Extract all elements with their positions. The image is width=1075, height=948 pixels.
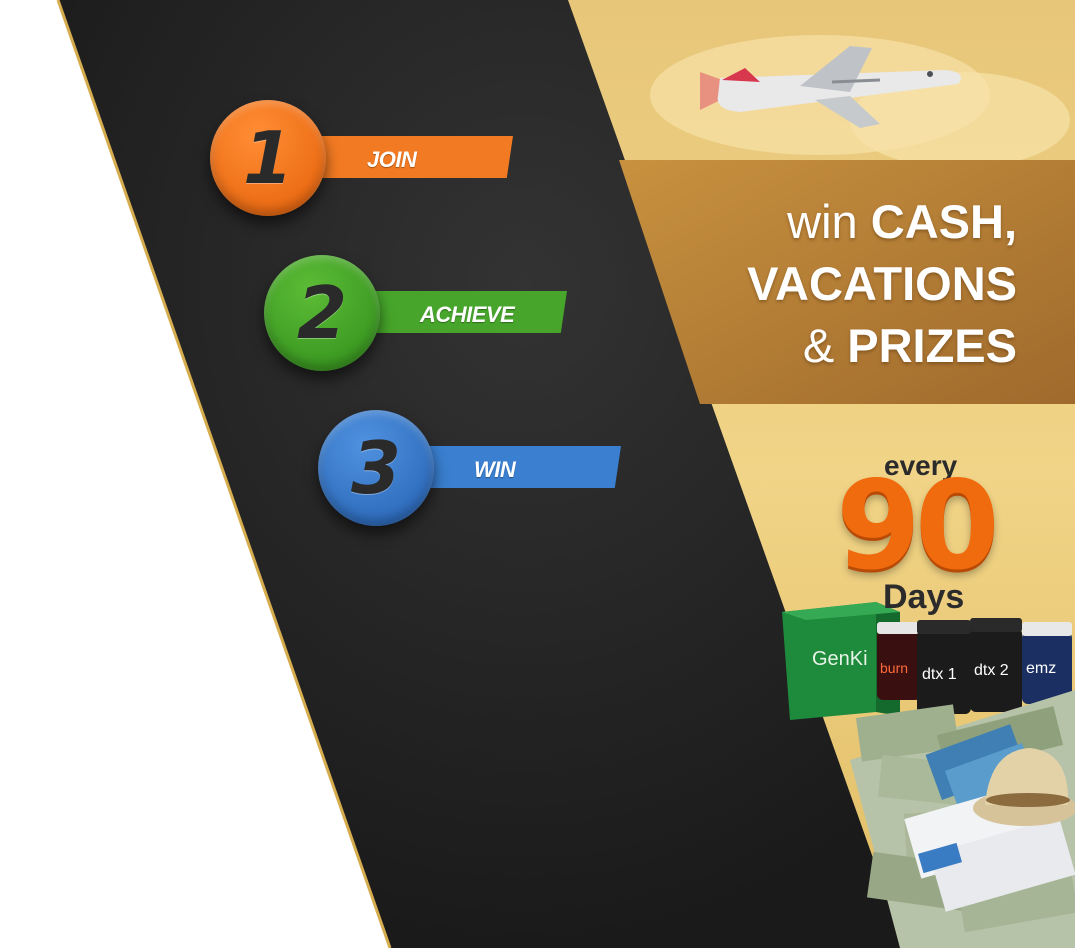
step-label: JOIN	[367, 147, 417, 172]
bottle-label-emz: emz	[1026, 660, 1057, 677]
step-number: 2	[296, 271, 348, 355]
promo-banner: JOIN 1 ACHIEVE 2 WIN 3 win CASH, VACATIO…	[0, 0, 1075, 948]
prize-line-2-bold: VACATIONS	[747, 257, 1017, 310]
prize-line-3-prefix: &	[802, 319, 848, 372]
prize-line-1-bold: CASH,	[870, 195, 1017, 248]
step-label: WIN	[474, 457, 516, 482]
step-ribbon	[414, 446, 621, 488]
prize-line-1-prefix: win	[787, 195, 871, 248]
prize-line-2: VACATIONS	[747, 256, 1017, 311]
step-label: ACHIEVE	[420, 302, 515, 327]
bottle-label-dtx2: dtx 2	[974, 662, 1009, 679]
step-badge: 3	[318, 410, 434, 526]
days-text: Days	[883, 578, 965, 616]
prize-line-3-bold: PRIZES	[847, 319, 1017, 372]
step-number: 3	[350, 426, 402, 510]
step-number: 1	[242, 116, 294, 200]
genki-box-label: GenKi	[812, 648, 868, 670]
bottle-label-dtx1: dtx 1	[922, 666, 957, 683]
prize-line-3: & PRIZES	[803, 318, 1017, 373]
prize-line-1: win CASH,	[787, 194, 1017, 249]
ninety-number: 90	[836, 455, 1000, 597]
step-badge: 1	[210, 100, 326, 216]
step-badge: 2	[264, 255, 380, 371]
bottle-label-burn: burn	[880, 660, 909, 676]
